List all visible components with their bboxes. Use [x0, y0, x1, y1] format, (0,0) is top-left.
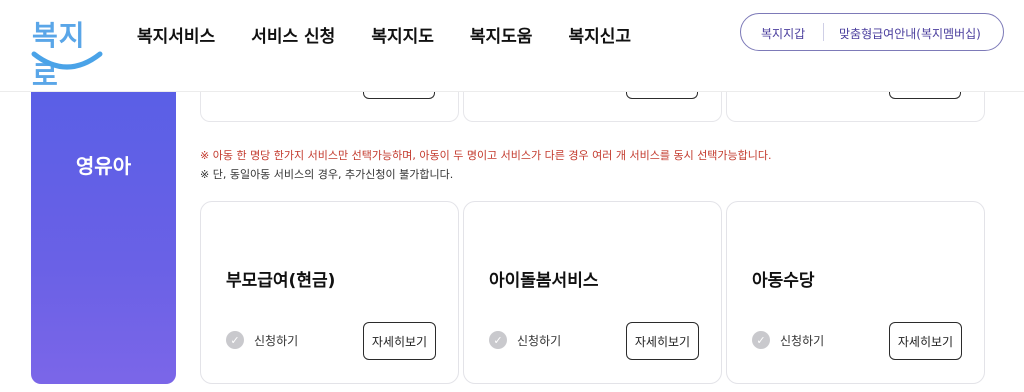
detail-button[interactable]: 자세히보기	[626, 322, 699, 360]
membership-pill: 복지지갑 맞춤형급여안내(복지멤버십)	[740, 13, 1004, 51]
main-nav: 복지서비스 서비스 신청 복지지도 복지도움 복지신고	[137, 22, 667, 47]
membership-link[interactable]: 맞춤형급여안내(복지멤버십)	[839, 25, 981, 42]
check-circle-icon[interactable]: ✓	[752, 331, 770, 349]
category-sidebar: 영유아	[31, 92, 176, 384]
notice-duplicate-rule: ※ 단, 동일아동 서비스의 경우, 추가신청이 불가합니다.	[200, 168, 454, 181]
service-card: 아동수당 ✓ 신청하기 자세히보기	[726, 201, 985, 384]
nav-item-welfare-help[interactable]: 복지도움	[470, 22, 533, 47]
category-label: 영유아	[75, 154, 132, 178]
nav-item-welfare-map[interactable]: 복지지도	[371, 22, 434, 47]
service-title: 아이돌봄서비스	[489, 271, 599, 291]
apply-label[interactable]: 신청하기	[517, 332, 561, 349]
detail-button[interactable]: 자세히보기	[363, 322, 436, 360]
nav-item-service-apply[interactable]: 서비스 신청	[251, 22, 335, 47]
apply-label[interactable]: 신청하기	[780, 332, 824, 349]
service-card: 부모급여(현금) ✓ 신청하기 자세히보기	[200, 201, 459, 384]
site-header: 복지로 복지서비스 서비스 신청 복지지도 복지도움 복지신고 복지지갑 맞춤형…	[0, 0, 1024, 92]
detail-button[interactable]: 자세히보기	[889, 322, 962, 360]
service-card: 아이돌봄서비스 ✓ 신청하기 자세히보기	[463, 201, 722, 384]
notice-selection-rule: ※ 아동 한 명당 한가지 서비스만 선택가능하며, 아동이 두 명이고 서비스…	[200, 149, 772, 162]
apply-label[interactable]: 신청하기	[254, 332, 298, 349]
site-logo[interactable]: 복지로	[28, 8, 108, 92]
service-title: 부모급여(현금)	[226, 271, 336, 291]
service-title: 아동수당	[752, 271, 815, 291]
nav-item-welfare-report[interactable]: 복지신고	[568, 22, 631, 47]
nav-item-welfare-service[interactable]: 복지서비스	[137, 22, 215, 47]
check-circle-icon[interactable]: ✓	[226, 331, 244, 349]
welfare-wallet-link[interactable]: 복지지갑	[761, 25, 805, 42]
pill-divider	[823, 23, 824, 41]
smile-logo-icon	[31, 51, 103, 70]
check-circle-icon[interactable]: ✓	[489, 331, 507, 349]
